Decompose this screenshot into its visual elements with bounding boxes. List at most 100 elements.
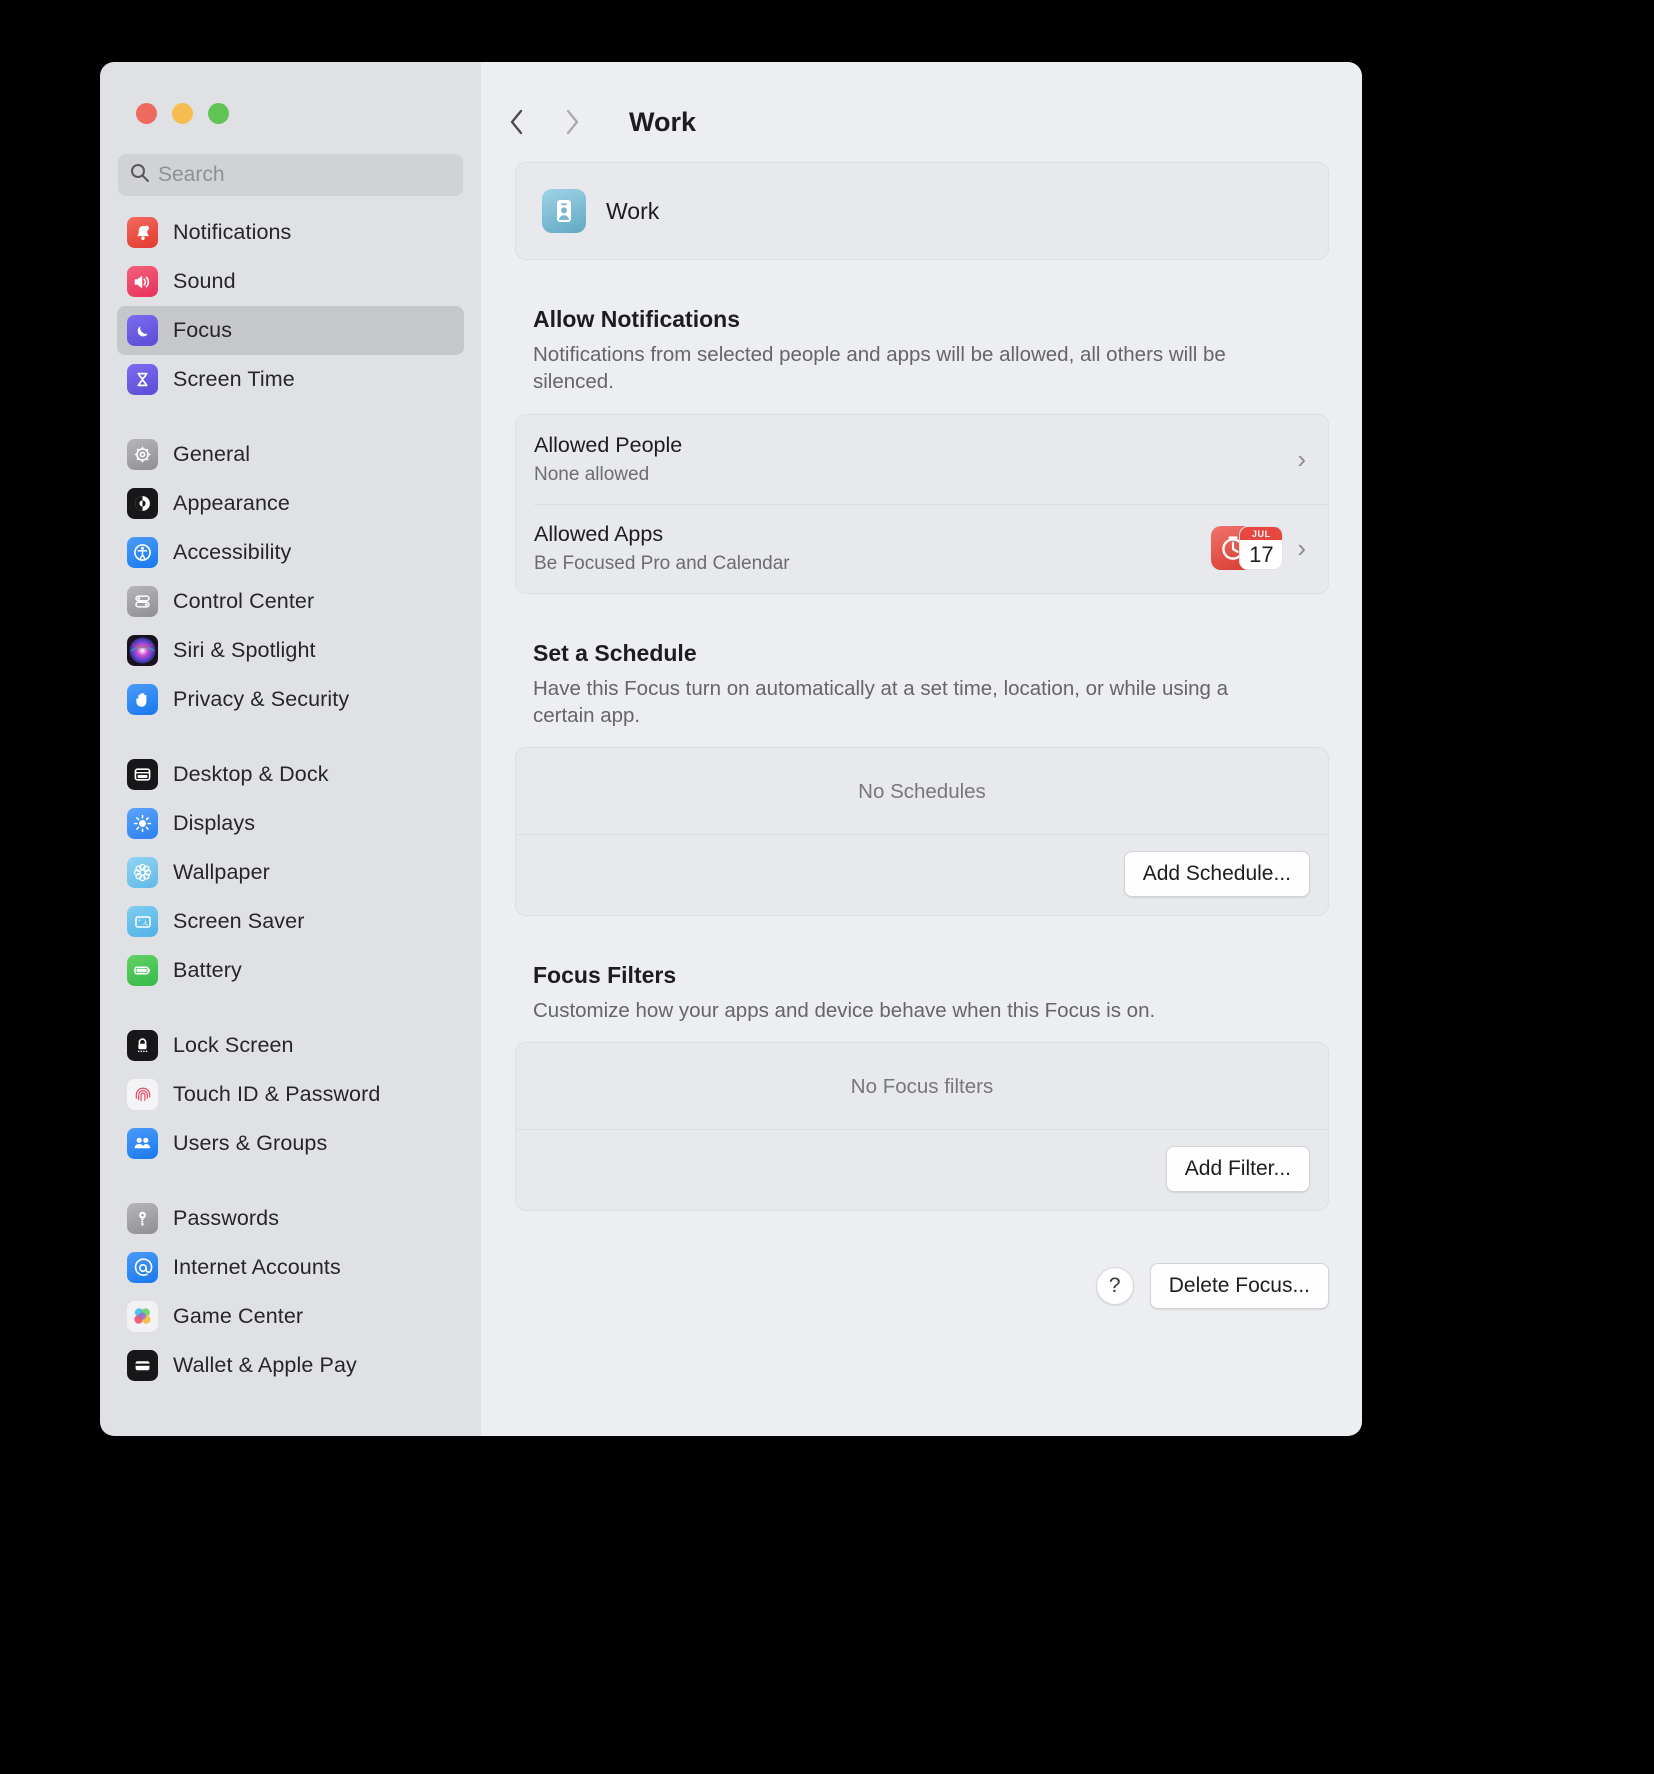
add-filter-button[interactable]: Add Filter... (1165, 1146, 1310, 1193)
row-title: Allowed Apps (534, 521, 664, 546)
sidebar-item-label: Screen Time (173, 367, 295, 391)
sidebar-item-focus[interactable]: Focus (117, 306, 464, 355)
sidebar-item-general[interactable]: General (117, 430, 464, 479)
focus-filters-empty-label: No Focus filters (516, 1043, 1328, 1131)
sidebar-item-lock-screen[interactable]: Lock Screen (117, 1021, 464, 1070)
sidebar-divider (100, 724, 481, 750)
sidebar-item-label: Wallet & Apple Pay (173, 1353, 357, 1377)
allow-notifications-list: Allowed People None allowed › Allowed Ap… (515, 413, 1329, 594)
sidebar-item-notifications[interactable]: Notifications (117, 208, 464, 257)
sidebar-item-label: Privacy & Security (173, 687, 350, 711)
sidebar-item-label: Notifications (173, 220, 292, 244)
zoom-button[interactable] (208, 103, 229, 124)
sidebar-item-label: Appearance (173, 491, 290, 515)
row-subtitle: Be Focused Pro and Calendar (534, 552, 790, 574)
sidebar-item-siri-spotlight[interactable]: Siri & Spotlight (117, 626, 464, 675)
sidebar-item-label: Lock Screen (173, 1033, 294, 1057)
sidebar-group-1: Notifications Sound Focus Screen Time (100, 208, 481, 404)
contrast-circle-icon (127, 488, 158, 519)
search-field[interactable] (118, 154, 463, 196)
accessibility-icon (127, 537, 158, 568)
allowed-apps-row[interactable]: Allowed Apps Be Focused Pro and Calendar (516, 503, 1328, 593)
minimize-button[interactable] (172, 103, 193, 124)
lock-icon (127, 1030, 158, 1061)
focus-filters-title: Focus Filters (533, 962, 677, 988)
sidebar-item-accessibility[interactable]: Accessibility (117, 528, 464, 577)
gear-icon (127, 439, 158, 470)
chevron-right-icon: › (1297, 443, 1306, 474)
content-pane: Work Work Allow Notifications Notificati… (481, 62, 1362, 1436)
sidebar-item-label: Game Center (173, 1304, 304, 1328)
system-settings-window: Notifications Sound Focus (100, 62, 1362, 1436)
allowed-people-row[interactable]: Allowed People None allowed › (516, 415, 1328, 504)
sliders-icon (127, 586, 158, 617)
screensaver-icon (127, 906, 158, 937)
schedule-empty-label: No Schedules (516, 748, 1328, 835)
sidebar-item-label: Focus (173, 318, 233, 342)
sidebar-item-sound[interactable]: Sound (117, 257, 464, 306)
calendar-icon: JUL 17 (1239, 526, 1284, 570)
sidebar-item-label: Displays (173, 811, 256, 835)
sidebar-item-label: General (173, 442, 251, 466)
sidebar-divider (100, 404, 481, 430)
sidebar-item-screen-saver[interactable]: Screen Saver (117, 897, 464, 946)
speaker-icon (127, 266, 158, 297)
row-title: Allowed People (534, 432, 683, 457)
bell-icon (127, 217, 158, 248)
key-icon (127, 1203, 158, 1234)
sidebar-item-label: Screen Saver (173, 909, 305, 933)
game-center-icon (127, 1301, 158, 1332)
sidebar-item-desktop-dock[interactable]: Desktop & Dock (117, 750, 464, 799)
sidebar-item-label: Passwords (173, 1206, 280, 1230)
sidebar-item-game-center[interactable]: Game Center (117, 1292, 464, 1341)
help-button[interactable]: ? (1095, 1267, 1134, 1306)
sidebar-nav: Notifications Sound Focus Screen Time Ge… (100, 208, 481, 1390)
search-input[interactable] (158, 163, 451, 187)
back-button[interactable] (499, 103, 533, 141)
sidebar-item-appearance[interactable]: Appearance (117, 479, 464, 528)
sidebar-item-privacy-security[interactable]: Privacy & Security (117, 675, 464, 724)
sidebar-item-wallet-apple-pay[interactable]: Wallet & Apple Pay (117, 1341, 464, 1390)
brightness-icon (127, 808, 158, 839)
schedule-card: No Schedules Add Schedule... (515, 747, 1329, 916)
sidebar-group-3: Desktop & Dock Displays Wallpaper Screen… (100, 750, 481, 995)
wallet-icon (127, 1350, 158, 1381)
page-title: Work (629, 106, 697, 137)
allow-notifications-title: Allow Notifications (533, 306, 740, 332)
delete-focus-button[interactable]: Delete Focus... (1149, 1263, 1329, 1310)
calendar-day: 17 (1249, 541, 1274, 567)
settings-body: Work Allow Notifications Notifications f… (481, 148, 1362, 1310)
focus-header-card: Work (515, 162, 1329, 260)
add-schedule-button[interactable]: Add Schedule... (1123, 851, 1310, 897)
forward-button[interactable] (555, 103, 589, 141)
sidebar-item-internet-accounts[interactable]: Internet Accounts (117, 1243, 464, 1292)
chevron-right-icon: › (1297, 532, 1306, 563)
sidebar-item-passwords[interactable]: Passwords (117, 1194, 464, 1243)
sidebar-item-displays[interactable]: Displays (117, 799, 464, 848)
focus-name: Work (606, 197, 660, 224)
allow-notifications-description: Notifications from selected people and a… (533, 343, 1226, 394)
allowed-app-icons: JUL 17 (1211, 526, 1284, 570)
window-controls (100, 62, 481, 124)
row-subtitle: None allowed (534, 463, 650, 485)
sidebar-divider (100, 995, 481, 1021)
sidebar-item-label: Touch ID & Password (173, 1082, 381, 1106)
sidebar: Notifications Sound Focus (100, 62, 481, 1436)
sidebar-item-screen-time[interactable]: Screen Time (117, 355, 464, 404)
siri-orb-icon (127, 635, 158, 666)
sidebar-item-users-groups[interactable]: Users & Groups (117, 1119, 464, 1168)
close-button[interactable] (136, 103, 157, 124)
sidebar-item-control-center[interactable]: Control Center (117, 577, 464, 626)
moon-icon (127, 315, 158, 346)
sidebar-item-touch-id-password[interactable]: Touch ID & Password (117, 1070, 464, 1119)
sidebar-item-battery[interactable]: Battery (117, 946, 464, 995)
sidebar-item-label: Siri & Spotlight (173, 638, 316, 662)
toolbar: Work (481, 62, 1362, 148)
sidebar-item-wallpaper[interactable]: Wallpaper (117, 848, 464, 897)
sidebar-divider (100, 1168, 481, 1194)
focus-filters-description: Customize how your apps and device behav… (533, 999, 1156, 1022)
focus-filters-card: No Focus filters Add Filter... (515, 1042, 1329, 1212)
sidebar-group-5: Passwords Internet Accounts Game Center … (100, 1194, 481, 1390)
search-icon (130, 163, 149, 187)
hand-icon (127, 684, 158, 715)
